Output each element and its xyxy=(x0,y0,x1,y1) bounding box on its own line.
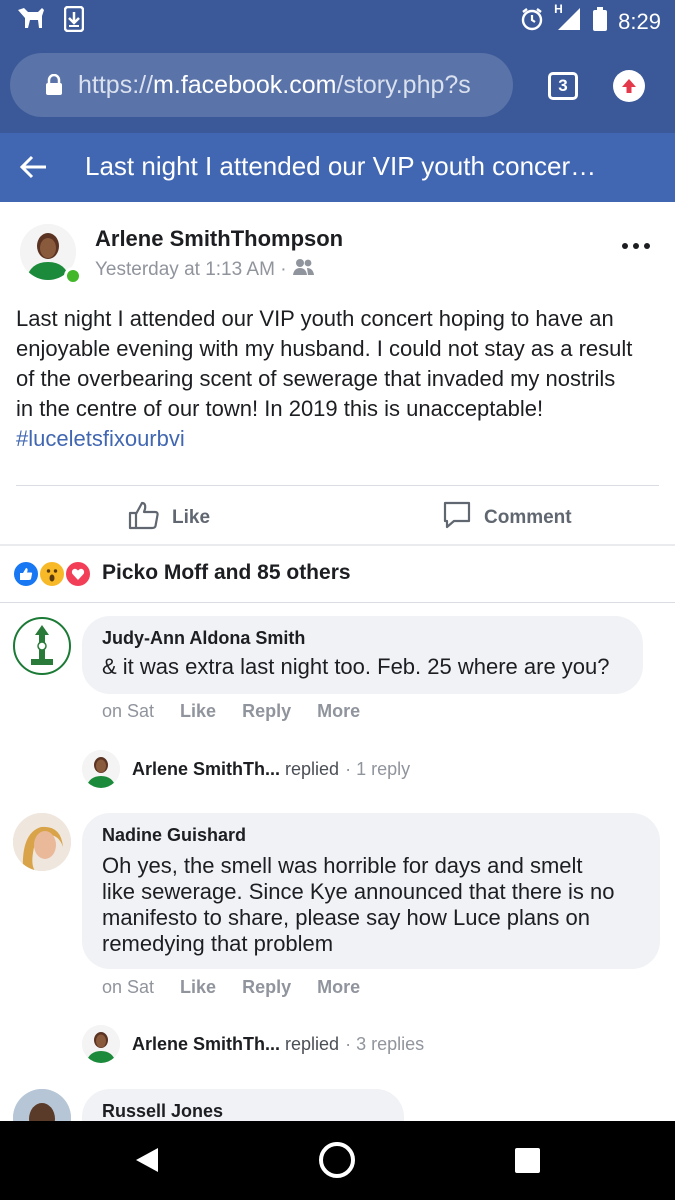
comment-text: Oh yes, the smell was horrible for days … xyxy=(102,853,583,878)
thumbs-up-icon xyxy=(128,500,160,536)
comment-text: & it was extra last night too. Feb. 25 w… xyxy=(102,654,610,679)
avatar xyxy=(82,1025,120,1063)
replier-name: Arlene SmithTh... xyxy=(132,1033,281,1054)
comment-like-button[interactable]: Like xyxy=(180,977,216,998)
reactors-text: Picko Moff and 85 others xyxy=(102,561,351,584)
reactions-summary[interactable]: Picko Moff and 85 others xyxy=(0,552,675,598)
comment-bubble[interactable]: Nadine Guishard Oh yes, the smell was ho… xyxy=(82,813,660,969)
system-nav-bar xyxy=(0,1121,675,1200)
replied-word: replied xyxy=(285,1033,340,1054)
nav-recents-icon[interactable] xyxy=(515,1148,540,1173)
comment-reply-button[interactable]: Reply xyxy=(242,701,291,722)
url-scheme: https:// xyxy=(78,70,154,99)
dog-icon xyxy=(16,6,46,37)
commenter-name[interactable]: Judy-Ann Aldona Smith xyxy=(102,626,623,650)
comment-text: like sewerage. Since Kye announced that … xyxy=(102,879,615,904)
commenter-name[interactable]: Russell Jones xyxy=(102,1099,384,1123)
comment-label: Comment xyxy=(484,507,572,528)
reply-count: · 3 replies xyxy=(345,1033,425,1054)
post-body: Last night I attended our VIP youth conc… xyxy=(16,304,666,454)
status-time: 8:29 xyxy=(618,8,661,34)
reaction-icons xyxy=(12,560,94,588)
replies-summary[interactable]: Arlene SmithTh... replied · 3 replies xyxy=(82,1025,424,1063)
back-arrow-icon[interactable] xyxy=(18,152,50,182)
comment-more-button[interactable]: More xyxy=(317,977,360,998)
post-line: in the centre of our town! In 2019 this … xyxy=(16,396,544,421)
love-reaction-icon xyxy=(64,560,92,588)
comment-actions: on Sat Like Reply More xyxy=(102,977,360,998)
download-icon xyxy=(63,5,85,37)
comment-time: on Sat xyxy=(102,977,155,997)
url-host: m.facebook.com xyxy=(153,70,337,99)
url-field[interactable]: https://m.facebook.com/story.php?s xyxy=(10,53,513,117)
network-type: H xyxy=(554,2,563,16)
reply-count: · 1 reply xyxy=(345,758,411,779)
url-text: https://m.facebook.com/story.php?s xyxy=(78,71,508,100)
online-indicator xyxy=(64,267,82,285)
post-line: of the overbearing scent of sewerage tha… xyxy=(16,366,616,391)
comment-more-button[interactable]: More xyxy=(317,701,360,722)
post-line: enjoyable evening with my husband. I cou… xyxy=(16,336,633,361)
comment-text: remedying that problem xyxy=(102,931,334,956)
friends-audience-icon xyxy=(292,258,315,282)
comment-like-button[interactable]: Like xyxy=(180,701,216,722)
divider xyxy=(16,485,659,486)
divider xyxy=(0,602,675,603)
replies-summary[interactable]: Arlene SmithTh... replied · 1 reply xyxy=(82,750,410,788)
post-meta: Yesterday at 1:13 AM · xyxy=(95,258,315,282)
page-title: Last night I attended our VIP youth conc… xyxy=(85,151,597,181)
post-author[interactable]: Arlene SmithThompson xyxy=(95,226,343,252)
post-options-icon[interactable] xyxy=(622,234,658,258)
browser-toolbar: https://m.facebook.com/story.php?s 3 xyxy=(0,40,675,132)
tab-switcher-button[interactable]: 3 xyxy=(548,72,578,100)
avatar[interactable] xyxy=(13,813,71,871)
comment-actions: on Sat Like Reply More xyxy=(102,701,360,722)
post-line: Last night I attended our VIP youth conc… xyxy=(16,306,614,331)
alarm-icon xyxy=(520,7,544,36)
update-arrow-icon[interactable] xyxy=(613,70,645,102)
post-actions: Like Comment xyxy=(0,490,675,544)
comment-reply-button[interactable]: Reply xyxy=(242,977,291,998)
commenter-name[interactable]: Nadine Guishard xyxy=(102,823,640,847)
tab-count: 3 xyxy=(558,76,568,95)
wow-reaction-icon xyxy=(38,560,66,588)
comment-button[interactable]: Comment xyxy=(442,500,572,536)
like-label: Like xyxy=(172,507,211,528)
avatar xyxy=(82,750,120,788)
comment-bubble[interactable]: Judy-Ann Aldona Smith & it was extra las… xyxy=(82,616,643,694)
comment-bubble-icon xyxy=(442,500,472,536)
signal-icon: H xyxy=(554,2,582,37)
comment-text: manifesto to share, please say how Luce … xyxy=(102,905,590,930)
post-timestamp[interactable]: Yesterday at 1:13 AM · xyxy=(95,259,287,281)
replied-word: replied xyxy=(285,758,340,779)
status-bar: H 8:29 xyxy=(0,0,675,40)
replier-name: Arlene SmithTh... xyxy=(132,758,281,779)
like-reaction-icon xyxy=(12,560,40,588)
comment-time: on Sat xyxy=(102,701,155,721)
battery-icon xyxy=(592,6,608,37)
divider xyxy=(0,544,675,546)
nav-home-icon[interactable] xyxy=(319,1142,355,1178)
lock-icon xyxy=(34,74,74,96)
avatar[interactable] xyxy=(13,617,71,675)
nav-back-icon[interactable] xyxy=(134,1146,160,1179)
story-title-bar: Last night I attended our VIP youth conc… xyxy=(0,132,675,202)
like-button[interactable]: Like xyxy=(128,500,210,536)
hashtag-link[interactable]: #luceletsfixourbvi xyxy=(16,424,666,454)
url-path: /story.php?s xyxy=(336,70,471,99)
